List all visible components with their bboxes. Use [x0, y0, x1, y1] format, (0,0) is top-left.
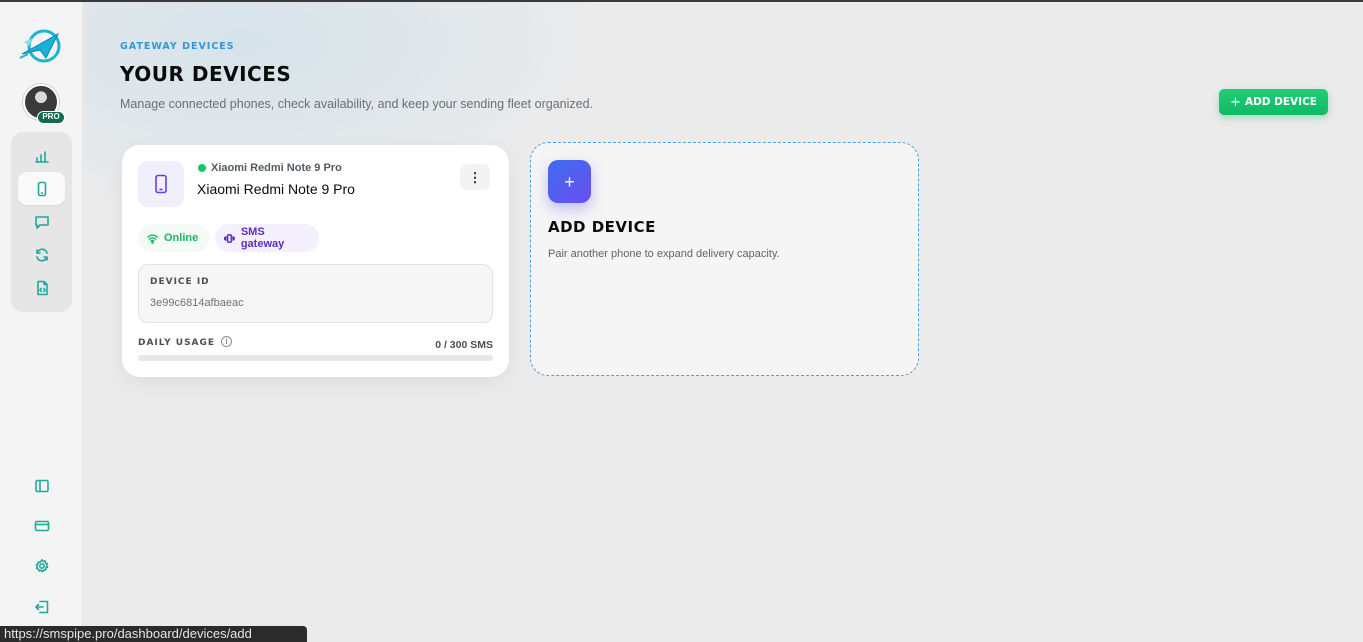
- sidebar-item-devices[interactable]: [18, 172, 65, 205]
- sidebar-nav: [11, 132, 72, 312]
- page-eyebrow: GATEWAY DEVICES: [120, 41, 235, 52]
- sidebar-item-analytics[interactable]: [18, 139, 65, 172]
- device-name: Xiaomi Redmi Note 9 Pro: [197, 181, 355, 197]
- device-card[interactable]: Xiaomi Redmi Note 9 Pro Xiaomi Redmi Not…: [122, 145, 509, 377]
- file-code-icon: [36, 280, 48, 295]
- main-content: GATEWAY DEVICES YOUR DEVICES Manage conn…: [84, 2, 1363, 642]
- add-device-button-label: ADD DEVICE: [1244, 96, 1317, 108]
- info-icon[interactable]: i: [221, 336, 232, 347]
- more-vertical-icon: ⋮: [468, 169, 482, 185]
- user-avatar[interactable]: PRO: [23, 84, 65, 124]
- online-status-dot: [198, 164, 206, 172]
- link-preview-url: https://smspipe.pro/dashboard/devices/ad…: [0, 626, 307, 642]
- device-model-label: Xiaomi Redmi Note 9 Pro: [211, 162, 342, 174]
- credit-card-icon: [34, 520, 50, 532]
- device-type-badge: SMS gateway: [215, 224, 319, 252]
- pro-badge: PRO: [37, 111, 65, 124]
- sidebar: PRO: [0, 2, 83, 642]
- logout-icon: [35, 600, 49, 614]
- daily-usage-progress: [138, 355, 493, 361]
- device-id-value[interactable]: 3e99c6814afbaeac: [150, 297, 244, 309]
- sidebar-item-api[interactable]: [18, 271, 65, 304]
- panel-left-icon: [35, 479, 49, 493]
- device-id-label: DEVICE ID: [150, 277, 210, 287]
- daily-usage-value: 0 / 300 SMS: [435, 339, 493, 351]
- vibrate-icon: [224, 233, 235, 243]
- plus-icon: +: [548, 160, 591, 203]
- chart-bars-icon: [34, 150, 49, 163]
- page-title: YOUR DEVICES: [120, 62, 292, 86]
- device-menu-button[interactable]: ⋮: [460, 164, 490, 190]
- sidebar-item-sync[interactable]: [18, 238, 65, 271]
- add-device-button[interactable]: + ADD DEVICE: [1219, 89, 1328, 115]
- app-logo[interactable]: [18, 28, 64, 68]
- message-icon: [34, 215, 49, 229]
- sidebar-settings-button[interactable]: [25, 551, 59, 581]
- device-icon-tile: [138, 161, 184, 207]
- add-device-card-title: ADD DEVICE: [548, 218, 656, 236]
- sidebar-logout-button[interactable]: [25, 592, 59, 622]
- settings-icon: [35, 559, 49, 573]
- add-device-card[interactable]: + ADD DEVICE Pair another phone to expan…: [530, 142, 919, 376]
- device-id-box: DEVICE ID 3e99c6814afbaeac: [138, 264, 493, 323]
- page-subtitle: Manage connected phones, check availabil…: [120, 97, 593, 111]
- add-device-card-description: Pair another phone to expand delivery ca…: [548, 248, 780, 260]
- daily-usage-label: DAILY USAGE: [138, 338, 216, 348]
- sidebar-billing-button[interactable]: [25, 511, 59, 541]
- refresh-icon: [35, 247, 48, 262]
- sidebar-collapse-button[interactable]: [25, 471, 59, 501]
- sidebar-item-messages[interactable]: [18, 205, 65, 238]
- status-badge-label: Online: [164, 232, 199, 244]
- smartphone-icon: [155, 174, 167, 194]
- status-badge: Online: [138, 224, 209, 252]
- device-type-label: SMS gateway: [240, 226, 285, 250]
- wifi-icon: [147, 234, 158, 244]
- smartphone-icon: [37, 181, 46, 196]
- plus-icon: +: [1230, 94, 1241, 110]
